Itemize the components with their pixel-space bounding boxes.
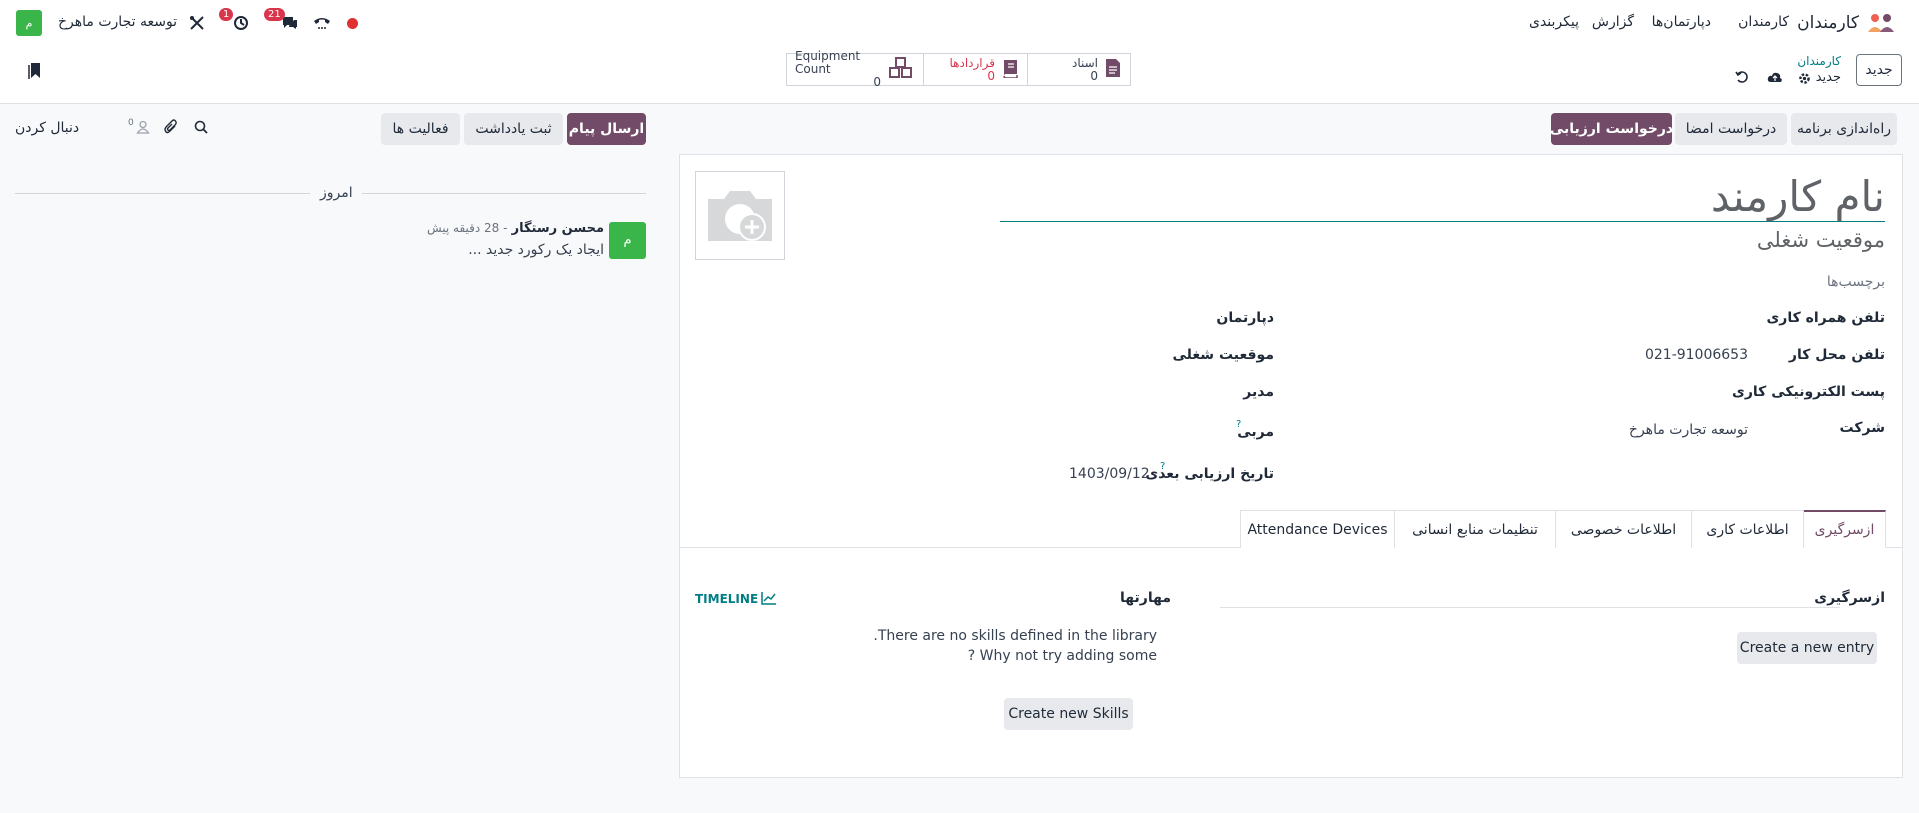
menu-configuration[interactable]: پیکربندی — [1529, 14, 1579, 34]
contracts-stat-button[interactable]: قراردادها 0 — [923, 53, 1028, 86]
tab-private-information[interactable]: اطلاعات خصوصی — [1555, 510, 1692, 548]
skills-section-title: مهارتها — [1120, 590, 1171, 606]
timeline-toggle[interactable]: TIMELINE — [695, 592, 758, 606]
message-header: محسن رستگار - 28 دقیقه پیش — [427, 221, 604, 236]
activities-badge: 1 — [219, 8, 234, 21]
paperclip-icon[interactable] — [164, 119, 178, 139]
company-value[interactable]: توسعه تجارت ماهرخ — [1629, 422, 1748, 438]
launch-plan-button[interactable]: راه‌اندازی برنامه — [1791, 113, 1897, 145]
company-switcher[interactable]: توسعه تجارت ماهرخ — [58, 14, 177, 30]
documents-stat-button[interactable]: اسناد 0 — [1027, 53, 1131, 86]
resume-separator — [1220, 607, 1840, 608]
debug-tools-icon[interactable] — [188, 12, 206, 34]
contracts-count: 0 — [987, 68, 995, 83]
message-time: - 28 دقیقه پیش — [426, 221, 508, 235]
search-icon[interactable] — [194, 120, 208, 138]
skills-empty-line2: Why not try adding some ? — [967, 648, 1157, 664]
log-note-button[interactable]: ثبت یادداشت — [464, 113, 563, 145]
work-mobile-label: تلفن همراه کاری — [1766, 310, 1885, 326]
new-button[interactable]: جدید — [1856, 54, 1902, 86]
bookmark-icon[interactable] — [28, 62, 42, 84]
timeline-chart-icon[interactable] — [761, 591, 777, 609]
tab-resume[interactable]: ازسرگیری — [1803, 510, 1886, 548]
today-separator-right — [362, 193, 646, 194]
create-resume-entry-button[interactable]: Create a new entry — [1737, 632, 1877, 664]
cubes-icon — [887, 56, 915, 83]
gear-icon[interactable] — [1798, 72, 1811, 89]
record-icon[interactable] — [344, 12, 360, 34]
next-appraisal-value[interactable]: 1403/09/12 — [1069, 466, 1150, 482]
menu-reporting[interactable]: گزارش — [1592, 14, 1634, 34]
employees-app-icon — [1867, 12, 1895, 34]
top-navbar: کارمندان کارمندان دپارتمان‌ها گزارش پیکر… — [0, 0, 1919, 46]
book-icon — [1001, 58, 1019, 82]
tags-input[interactable]: برچسب‌ها — [1827, 274, 1885, 290]
form-sheet — [679, 154, 1903, 778]
company-avatar[interactable]: م — [16, 10, 42, 36]
work-phone-label: تلفن محل کار — [1788, 347, 1885, 363]
app-name: کارمندان — [1797, 13, 1859, 33]
today-separator-left — [15, 193, 310, 194]
request-signature-button[interactable]: درخواست امضا — [1675, 113, 1787, 145]
today-label: امروز — [316, 185, 357, 201]
coach-help-icon[interactable]: ? — [1236, 419, 1241, 430]
menu-employees[interactable]: کارمندان — [1738, 14, 1789, 34]
activities-button[interactable]: فعالیت ها — [381, 113, 460, 145]
job-title-input[interactable]: موقعیت شغلی — [1757, 228, 1885, 252]
appraisal-help-icon[interactable]: ? — [1160, 461, 1165, 472]
work-phone-value[interactable]: 021-91006653 — [1645, 347, 1748, 363]
employee-photo[interactable] — [695, 171, 785, 260]
message-author-avatar[interactable]: م — [609, 222, 646, 259]
tab-hr-settings[interactable]: تنظیمات منابع انسانی — [1394, 510, 1556, 548]
message-author[interactable]: محسن رستگار — [512, 221, 604, 236]
department-label: دپارتمان — [1216, 310, 1274, 326]
phone-icon[interactable] — [312, 12, 332, 34]
follow-button[interactable]: دنبال کردن — [15, 120, 79, 136]
equipment-count: 0 — [873, 75, 881, 89]
discard-icon[interactable] — [1735, 70, 1749, 88]
company-label: شرکت — [1839, 420, 1885, 436]
menu-departments[interactable]: دپارتمان‌ها — [1652, 14, 1711, 34]
messages-badge: 21 — [264, 8, 285, 21]
followers-count: 0 — [128, 118, 134, 128]
skills-empty-line1: There are no skills defined in the libra… — [873, 628, 1157, 644]
equipment-stat-button[interactable]: Equipment Count 0 — [786, 49, 924, 89]
work-email-label: پست الکترونیکی کاری — [1732, 384, 1885, 400]
contracts-label: قراردادها — [949, 55, 996, 70]
message-body: ایجاد یک رکورد جدید ... — [468, 242, 604, 258]
followers-icon[interactable] — [136, 120, 150, 138]
tab-work-information[interactable]: اطلاعات کاری — [1691, 510, 1804, 548]
breadcrumb-current: جدید — [1815, 70, 1841, 85]
activities-icon[interactable]: 1 — [219, 8, 251, 34]
manager-label: مدیر — [1243, 384, 1274, 400]
equipment-label: Equipment Count — [795, 49, 861, 76]
request-appraisal-button[interactable]: درخواست ارزیابی — [1550, 113, 1673, 145]
coach-label: مربی — [1237, 424, 1274, 440]
documents-count: 0 — [1090, 68, 1098, 83]
documents-label: اسناد — [1071, 55, 1098, 70]
job-position-label: موقعیت شغلی — [1172, 347, 1274, 363]
breadcrumb-parent[interactable]: کارمندان — [1797, 54, 1841, 68]
send-message-button[interactable]: ارسال پیام — [567, 113, 646, 145]
tab-attendance-devices[interactable]: Attendance Devices — [1240, 510, 1395, 548]
save-cloud-icon[interactable] — [1767, 70, 1783, 88]
control-panel: جدید کارمندان جدید اسناد 0 قراردادها 0 E… — [0, 46, 1919, 104]
camera-plus-icon — [704, 183, 776, 249]
messages-icon[interactable]: 21 — [264, 8, 300, 34]
document-icon — [1104, 58, 1122, 82]
app-brand[interactable]: کارمندان — [1797, 10, 1895, 36]
chatter-panel — [0, 104, 668, 813]
create-skills-button[interactable]: Create new Skills — [1004, 698, 1133, 730]
resume-section-title: ازسرگیری — [1814, 590, 1885, 606]
employee-name-input[interactable]: نام کارمند — [1000, 172, 1885, 222]
